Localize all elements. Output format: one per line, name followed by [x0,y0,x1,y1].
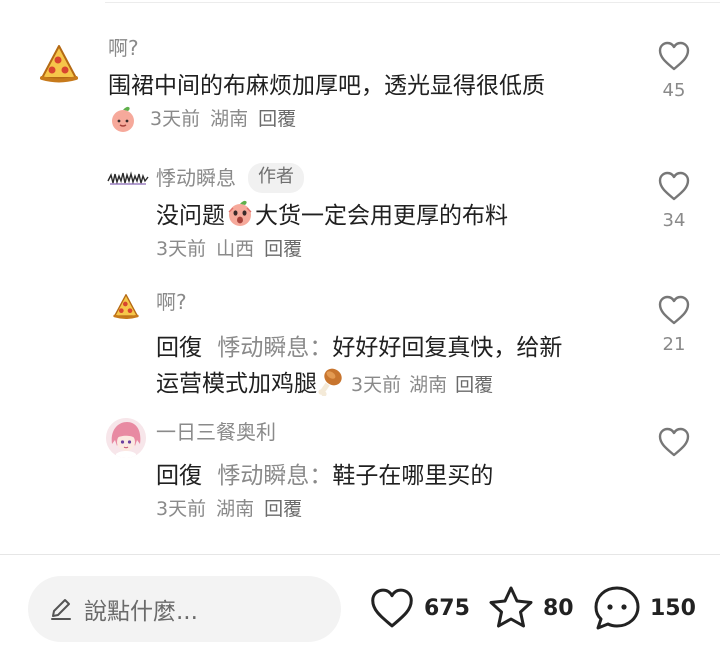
comment-time: 3天前 [156,498,207,520]
comment-body: 一日三餐奥利 回復 悸动瞬息：鞋子在哪里买的 3天前 湖南 回覆 [156,418,620,524]
comment-item: 啊? 围裙中间的布麻烦加厚吧，透光显得很低质 3天前 湖南 回覆 45 [0,30,720,140]
like-total-count: 675 [424,595,470,621]
heart-outline-icon [658,41,690,71]
author-badge: 作者 [248,163,304,193]
reply-target-username[interactable]: 悸动瞬息： [217,463,332,489]
comment-text-part: 大货一定会用更厚的布料 [255,203,508,229]
reply-button[interactable]: 回覆 [258,104,296,134]
comment-text-part: 运营模式加鸡腿 [156,371,317,397]
avatar[interactable] [112,292,140,320]
like-button[interactable]: 34 [656,170,692,232]
favorite-count: 80 [543,595,574,621]
signature-logo-icon [107,171,149,185]
heart-outline-icon [658,295,690,325]
like-count: 34 [662,210,686,231]
peach-shocked-icon [228,200,252,226]
comment-meta: 3天前 山西 回覆 [156,234,620,264]
avatar[interactable] [106,164,150,194]
chat-bubble-icon [594,586,640,630]
pencil-icon [48,596,74,622]
top-divider [105,2,720,3]
comment-meta: 3天前 湖南 回覆 [156,494,620,524]
comment-action-button[interactable]: 150 [592,583,696,633]
drumstick-icon [318,368,342,396]
heart-outline-icon [658,171,690,201]
pizza-slice-icon [40,45,78,83]
comment-location: 湖南 [216,498,255,520]
comment-username[interactable]: 啊? [108,34,620,62]
comment-item: 悸动瞬息 作者 没问题 大货一定会用更厚的布料 3天前 山西 回覆 34 [0,160,720,270]
comment-input-placeholder: 說點什麼... [84,599,198,625]
comment-total-count: 150 [650,595,696,621]
reply-prefix: 回復 [156,335,202,361]
comment-body: 啊? 回復 悸动瞬息：好好好回复真快，给新 运营模式加鸡腿 3天前 湖南 回覆 [156,288,620,403]
comment-text-part: 好好好回复真快，给新 [332,335,563,361]
like-count: 45 [662,80,686,101]
reply-target-username[interactable]: 悸动瞬息： [217,335,332,361]
bottom-action-bar: 說點什麼... 675 80 150 [0,555,720,660]
heart-outline-icon [658,427,690,457]
comment-username[interactable]: 啊? [156,288,620,316]
comment-text-line: 运营模式加鸡腿 3天前 湖南 回覆 [156,366,620,403]
comment-username[interactable]: 悸动瞬息 [156,164,236,192]
comment-input[interactable]: 說點什麼... [28,576,341,642]
comment-location: 湖南 [210,108,249,130]
like-count: 21 [662,334,686,355]
avatar[interactable] [38,42,80,84]
comment-username-row: 悸动瞬息 作者 [156,163,620,193]
comment-meta: 3天前 湖南 回覆 [108,104,620,134]
comment-time: 3天前 [150,108,201,130]
comment-item: 啊? 回復 悸动瞬息：好好好回复真快，给新 运营模式加鸡腿 3天前 湖南 回覆 21 [0,284,720,404]
comment-text: 回復 悸动瞬息：鞋子在哪里买的 [156,458,620,494]
reply-prefix: 回復 [156,463,202,489]
comment-text: 回復 悸动瞬息：好好好回复真快，给新 [156,330,620,366]
avatar[interactable] [106,418,146,458]
like-button[interactable]: 45 [656,40,692,102]
comment-body: 悸动瞬息 作者 没问题 大货一定会用更厚的布料 3天前 山西 回覆 [156,163,620,264]
comment-text: 没问题 大货一定会用更厚的布料 [156,198,620,234]
comment-time: 3天前 [351,374,402,396]
comment-username[interactable]: 一日三餐奥利 [156,418,620,446]
heart-outline-icon [371,588,413,628]
reply-button[interactable]: 回覆 [264,234,302,264]
star-outline-icon [489,586,533,628]
comment-body: 啊? 围裙中间的布麻烦加厚吧，透光显得很低质 3天前 湖南 回覆 [108,34,620,134]
anime-girl-avatar [106,418,146,458]
comment-location: 山西 [216,238,255,260]
peach-face-icon [112,106,134,132]
like-action-button[interactable]: 675 [368,583,470,633]
comment-text-part: 鞋子在哪里买的 [332,463,494,489]
reply-button[interactable]: 回覆 [455,374,493,396]
comment-time: 3天前 [156,238,207,260]
reply-button[interactable]: 回覆 [264,494,302,524]
pizza-slice-icon [113,294,139,319]
comment-location: 湖南 [409,374,448,396]
comment-item: 一日三餐奥利 回復 悸动瞬息：鞋子在哪里买的 3天前 湖南 回覆 [0,418,720,538]
comment-text: 围裙中间的布麻烦加厚吧，透光显得很低质 [108,73,545,99]
favorite-action-button[interactable]: 80 [487,583,574,633]
like-button[interactable] [656,426,692,458]
like-button[interactable]: 21 [656,294,692,356]
comment-text-part: 没问题 [156,203,225,229]
comment-meta: 3天前 湖南 回覆 [351,374,501,396]
